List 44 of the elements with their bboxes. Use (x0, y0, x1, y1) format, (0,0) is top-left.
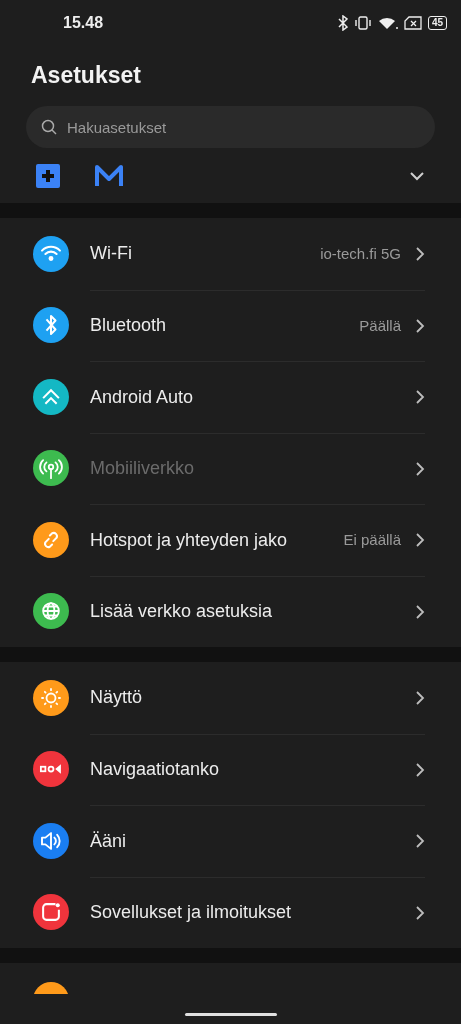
settings-item[interactable]: Bluetooth Päällä (0, 289, 461, 361)
settings-label: Näyttö (90, 686, 143, 710)
settings-label: Bluetooth (90, 314, 167, 338)
chevron-right-icon (415, 689, 425, 706)
settings-item[interactable]: Ääni (0, 805, 461, 877)
settings-label: Wi-Fi (90, 242, 132, 266)
no-sim-icon (403, 15, 422, 30)
chevron-right-icon (415, 603, 425, 620)
status-time: 15.48 (63, 12, 104, 33)
chevron-right-icon (415, 245, 425, 262)
settings-item[interactable]: Sovellukset ja ilmoitukset (0, 876, 461, 948)
search-icon (41, 119, 57, 135)
settings-label: Ääni (90, 829, 127, 853)
settings-item[interactable]: Näyttö (0, 662, 461, 734)
chevron-right-icon (415, 904, 425, 921)
vibrate-icon (353, 15, 372, 30)
chevron-right-icon (415, 532, 425, 549)
plus-icon[interactable] (36, 163, 60, 188)
search-field[interactable]: Hakuasetukset (26, 106, 435, 148)
settings-item[interactable]: Android Auto (0, 361, 461, 433)
settings-label: Android Auto (90, 385, 194, 409)
settings-label: Hotspot ja yhteyden jako (90, 528, 288, 552)
chevron-right-icon (415, 317, 425, 334)
bluetooth-icon (337, 14, 348, 31)
settings-label: Lisää verkko asetuksia (90, 600, 273, 624)
chevron-right-icon (415, 833, 425, 850)
chevron-right-icon (415, 761, 425, 778)
m-logo-icon[interactable] (94, 163, 124, 188)
settings-value: io-tech.fi 5G (320, 243, 401, 264)
page-title: Asetukset (30, 61, 142, 89)
chevron-right-icon (415, 389, 425, 406)
settings-value: Päällä (359, 315, 401, 336)
settings-item[interactable]: Wi-Fi io-tech.fi 5G (0, 218, 461, 290)
settings-label: Mobiiliverkko (90, 457, 195, 481)
settings-value: Ei päällä (343, 530, 401, 550)
chevron-right-icon (415, 460, 425, 477)
settings-label: Navigaatiotanko (90, 758, 220, 782)
expand-icon[interactable] (409, 170, 425, 181)
battery-indicator: 45 (427, 15, 447, 30)
settings-item[interactable]: Lisää verkko asetuksia (0, 575, 461, 647)
settings-item[interactable]: Navigaatiotanko (0, 733, 461, 805)
wifi-icon (377, 15, 398, 30)
settings-item[interactable]: Hotspot ja yhteyden jako Ei päällä (0, 504, 461, 576)
settings-label: Sovellukset ja ilmoitukset (90, 901, 292, 925)
